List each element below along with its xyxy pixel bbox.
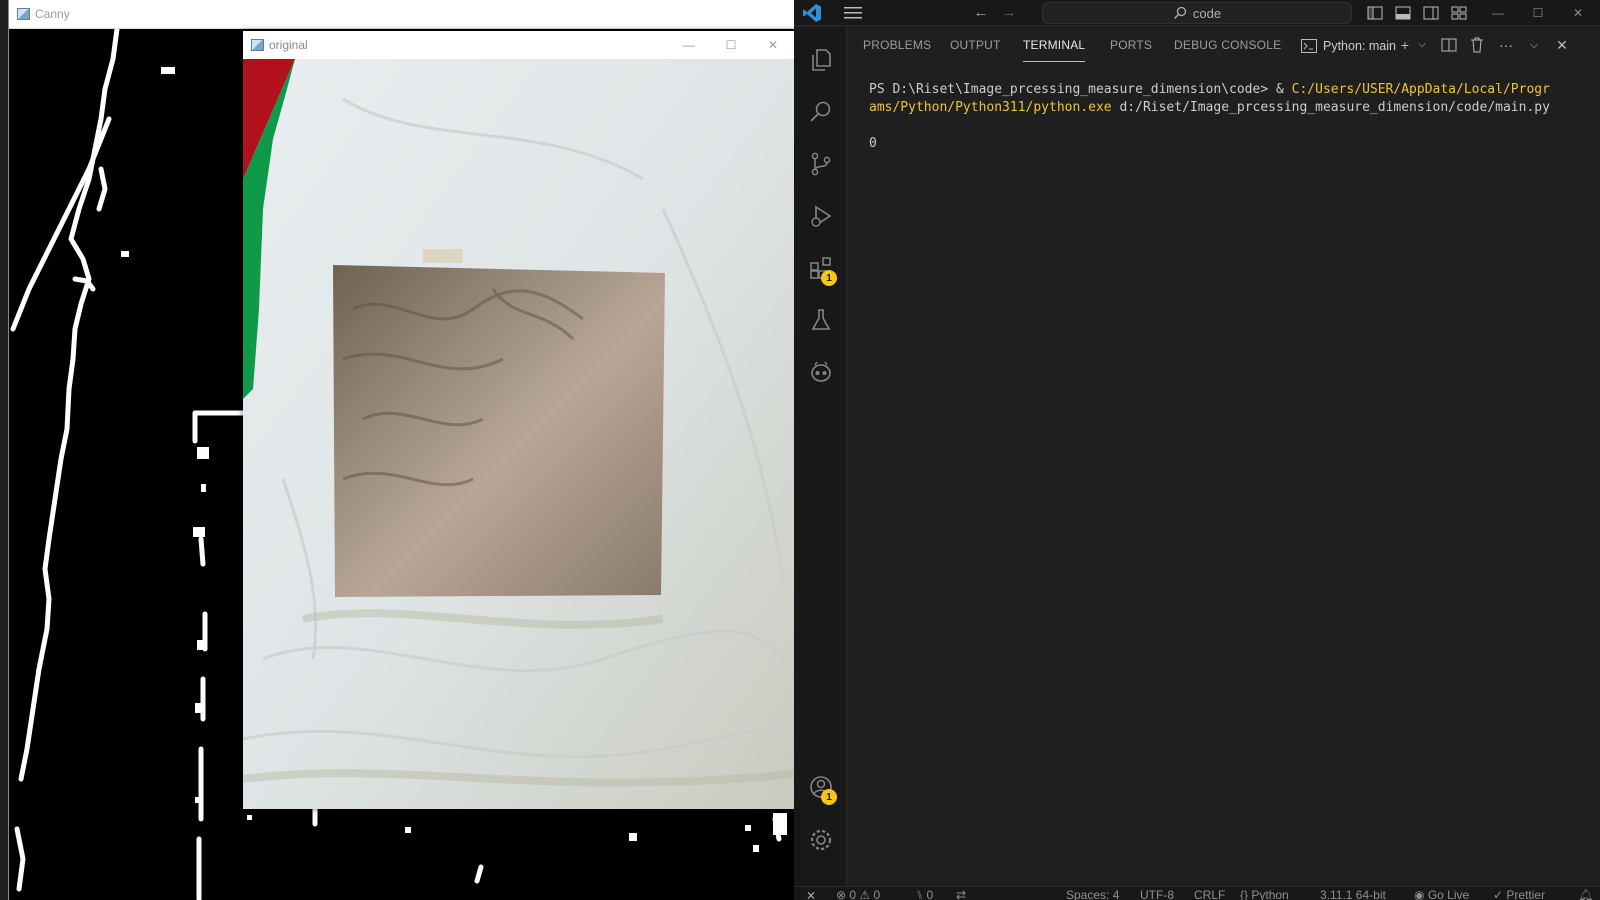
more-actions-icon[interactable]: ··· xyxy=(1497,36,1515,54)
window-app-icon xyxy=(251,39,264,51)
language-label: Python xyxy=(1251,888,1289,900)
interpreter-status[interactable]: 3.11.1 64-bit xyxy=(1320,888,1386,900)
copilot-icon[interactable] xyxy=(794,347,847,397)
encoding-status[interactable]: UTF-8 xyxy=(1140,888,1174,900)
extensions-icon[interactable]: 1 xyxy=(794,243,847,293)
notifications-icon[interactable]: 🔔︎ xyxy=(1578,888,1593,900)
window-app-icon xyxy=(17,8,30,20)
tab-terminal[interactable]: TERMINAL xyxy=(1023,38,1086,62)
python-exe-path-part1: C:/Users/USER/AppData/Local/Progr xyxy=(1291,82,1550,97)
vscode-maximize-button[interactable]: ☐ xyxy=(1518,0,1558,26)
customize-layout-icon[interactable] xyxy=(1450,4,1468,22)
original-photo xyxy=(243,59,794,809)
vscode-close-button[interactable]: ✕ xyxy=(1558,0,1598,26)
window-controls: — ☐ ✕ xyxy=(668,31,794,59)
chevron-down-icon[interactable]: ⌵ xyxy=(1413,36,1431,54)
vscode-titlebar: ← → code — ☐ ✕ xyxy=(794,0,1600,26)
maximize-panel-icon[interactable]: ⌵ xyxy=(1525,36,1543,54)
script-path: d:/Riset/Image_prcessing_measure_dimensi… xyxy=(1111,100,1550,115)
terminal-line-2: ams/Python/Python311/python.exe d:/Riset… xyxy=(869,99,1589,117)
sync-icon[interactable]: ⇄ xyxy=(956,888,966,900)
desktop: Canny original — ☐ ✕ ← → code — ☐ ✕ 1 1 … xyxy=(0,0,1600,900)
new-terminal-icon[interactable]: + xyxy=(1396,36,1414,54)
accounts-badge: 1 xyxy=(821,789,837,805)
maximize-button[interactable]: ☐ xyxy=(710,31,752,59)
search-icon xyxy=(1173,6,1187,19)
terminal-name: Python: main xyxy=(1323,39,1396,53)
tab-problems[interactable]: PROBLEMS xyxy=(863,38,931,52)
explorer-icon[interactable] xyxy=(794,35,847,85)
status-bar: ⨯ ⊗ 0 ⚠ 0 ⑊ 0 ⇄ Spaces: 4 UTF-8 CRLF {} … xyxy=(794,886,1600,900)
prettier-label: Prettier xyxy=(1506,888,1546,900)
eol-status[interactable]: CRLF xyxy=(1194,888,1225,900)
terminal-output[interactable]: PS D:\Riset\Image_prcessing_measure_dime… xyxy=(869,81,1589,153)
problems-status[interactable]: ⊗ 0 ⚠ 0 xyxy=(836,888,880,900)
bottom-panel: PROBLEMS OUTPUT TERMINAL PORTS DEBUG CON… xyxy=(847,27,1600,886)
accounts-icon[interactable]: 1 xyxy=(794,762,847,812)
indentation-status[interactable]: Spaces: 4 xyxy=(1066,888,1119,900)
original-titlebar[interactable]: original — ☐ ✕ xyxy=(243,31,794,59)
panel-tabs: PROBLEMS OUTPUT TERMINAL PORTS DEBUG CON… xyxy=(847,27,1600,67)
terminal-line-1: PS D:\Riset\Image_prcessing_measure_dime… xyxy=(869,81,1589,99)
warning-count: 0 xyxy=(873,888,881,900)
search-text: code xyxy=(1192,5,1222,21)
toggle-secondary-sidebar-icon[interactable] xyxy=(1422,4,1440,22)
tab-output[interactable]: OUTPUT xyxy=(950,38,1001,52)
ports-status[interactable]: ⑊ 0 xyxy=(916,888,933,900)
menu-icon[interactable] xyxy=(844,5,862,21)
terminal-selector[interactable]: Python: main xyxy=(1301,35,1396,57)
split-terminal-icon[interactable] xyxy=(1440,36,1458,54)
back-arrow-icon[interactable]: ← xyxy=(972,4,990,22)
activity-bar: 1 1 xyxy=(794,27,847,886)
vscode-window: ← → code — ☐ ✕ 1 1 PROBLEMS OUTPUT TERMI… xyxy=(794,0,1600,900)
original-window: original — ☐ ✕ xyxy=(243,31,794,809)
toggle-panel-icon[interactable] xyxy=(1394,4,1412,22)
close-panel-icon[interactable]: ✕ xyxy=(1553,36,1571,54)
extensions-badge: 1 xyxy=(821,270,837,286)
error-count: 0 xyxy=(849,888,857,900)
canny-titlebar[interactable]: Canny xyxy=(9,0,795,29)
command-search-box[interactable]: code xyxy=(1042,2,1352,24)
remote-icon[interactable]: ⨯ xyxy=(806,888,816,900)
close-button[interactable]: ✕ xyxy=(752,31,794,59)
python-exe-path-part2: ams/Python/Python311/python.exe xyxy=(869,100,1112,115)
port-count: 0 xyxy=(926,888,934,900)
original-window-title: original xyxy=(269,38,308,52)
go-live-status[interactable]: ◉ Go Live xyxy=(1414,888,1469,900)
go-live-label: Go Live xyxy=(1427,888,1470,900)
tab-ports[interactable]: PORTS xyxy=(1110,38,1152,52)
forward-arrow-icon[interactable]: → xyxy=(1000,4,1018,22)
vscode-minimize-button[interactable]: — xyxy=(1478,0,1518,26)
gear-icon[interactable] xyxy=(794,815,847,865)
vscode-logo-icon xyxy=(803,4,821,22)
terminal-icon xyxy=(1301,39,1317,53)
language-status[interactable]: {} Python xyxy=(1240,888,1289,900)
trash-icon[interactable] xyxy=(1468,36,1486,54)
run-debug-icon[interactable] xyxy=(794,191,847,241)
tab-debug-console[interactable]: DEBUG CONSOLE xyxy=(1174,38,1281,52)
prettier-status[interactable]: ✓ Prettier xyxy=(1493,888,1545,900)
source-control-icon[interactable] xyxy=(794,139,847,189)
search-icon[interactable] xyxy=(794,87,847,137)
minimize-button[interactable]: — xyxy=(668,31,710,59)
toggle-sidebar-icon[interactable] xyxy=(1366,4,1384,22)
program-output: 0 xyxy=(869,136,877,151)
terminal-prompt: PS D:\Riset\Image_prcessing_measure_dime… xyxy=(869,82,1292,97)
canny-window-title: Canny xyxy=(35,7,70,21)
testing-icon[interactable] xyxy=(794,295,847,345)
